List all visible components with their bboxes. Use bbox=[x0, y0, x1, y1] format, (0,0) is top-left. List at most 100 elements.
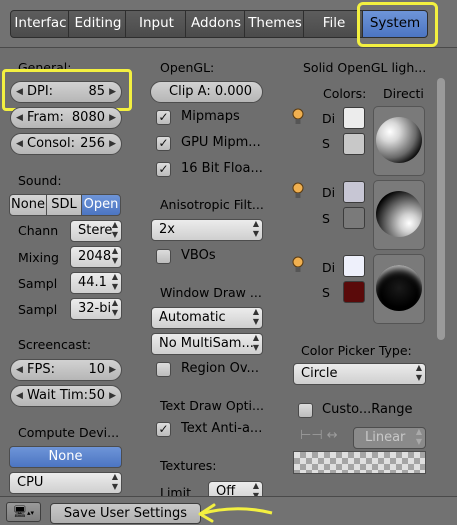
multisample-value: No MultiSam... bbox=[159, 336, 254, 351]
sound-none-button[interactable]: None bbox=[9, 194, 47, 216]
fps-field[interactable]: ◀ FPS: 10 ▶ bbox=[10, 359, 122, 381]
custom-range-checkbox[interactable] bbox=[298, 403, 313, 418]
region-overlap-label: Region Ov... bbox=[181, 361, 259, 376]
compute-device-value: CPU bbox=[17, 475, 44, 490]
sound-heading: Sound: bbox=[18, 173, 62, 188]
light-bulb-icon[interactable] bbox=[292, 108, 304, 126]
sound-openal-button[interactable]: Open bbox=[81, 194, 121, 216]
preferences-icon: 🖥 bbox=[13, 505, 27, 518]
light3-diffuse-label: Di bbox=[322, 260, 336, 275]
tab-editing[interactable]: Editing bbox=[68, 10, 128, 38]
range-arrows-icon: ⊢⊣ ↔ bbox=[300, 428, 338, 443]
screencast-heading: Screencast: bbox=[18, 337, 92, 352]
channels-dropdown[interactable]: Stere ▲ ▼ bbox=[70, 220, 122, 242]
console-field[interactable]: ◀ Consol: 256 ▶ bbox=[10, 133, 122, 155]
light3-specular-swatch[interactable] bbox=[343, 281, 365, 303]
updown-arrows-icon: ▲▼ bbox=[415, 363, 422, 382]
compute-device-heading: Compute Devi... bbox=[18, 425, 120, 440]
tab-themes[interactable]: Themes bbox=[244, 10, 306, 38]
updown-arrows-icon: ▲▼ bbox=[111, 472, 118, 491]
float-textures-label: 16 Bit Floa... bbox=[181, 161, 263, 176]
light3-direction-widget[interactable] bbox=[373, 254, 425, 324]
updown-arrows-icon: ▲▼ bbox=[111, 298, 118, 317]
window-draw-heading: Window Draw ... bbox=[160, 285, 262, 300]
light2-diffuse-swatch[interactable] bbox=[343, 181, 365, 203]
float-textures-checkbox[interactable]: ✓ bbox=[156, 162, 171, 177]
editor-type-menu[interactable]: 🖥▴▾ bbox=[6, 502, 41, 522]
light1-specular-swatch[interactable] bbox=[343, 133, 365, 155]
light2-direction-widget[interactable] bbox=[373, 180, 425, 250]
fps-label: FPS: bbox=[27, 362, 55, 377]
light3-diffuse-swatch[interactable] bbox=[343, 255, 365, 277]
light-bulb-icon[interactable] bbox=[292, 182, 304, 200]
light2-direction-sphere[interactable] bbox=[376, 191, 422, 237]
channels-value: Stere bbox=[78, 223, 113, 238]
clip-alpha-field[interactable]: Clip A: 0.000 bbox=[150, 81, 263, 103]
samplerate-label: Sampl bbox=[18, 276, 58, 291]
decrement-arrow-icon[interactable]: ◀ bbox=[16, 108, 23, 128]
increment-arrow-icon[interactable]: ▶ bbox=[109, 360, 116, 380]
anisotropic-dropdown[interactable]: 2x ▲ ▼ bbox=[151, 219, 263, 241]
color-picker-heading: Color Picker Type: bbox=[301, 343, 412, 358]
increment-arrow-icon[interactable]: ▶ bbox=[109, 386, 116, 406]
highlight-dpi bbox=[2, 69, 132, 111]
colors-label: Colors: bbox=[323, 86, 367, 101]
tab-addons[interactable]: Addons bbox=[185, 10, 247, 38]
mipmaps-label: Mipmaps bbox=[181, 109, 240, 124]
light-bulb-icon[interactable] bbox=[292, 256, 304, 274]
light1-specular-label: S bbox=[322, 136, 330, 151]
frames-field[interactable]: ◀ Fram: 8080 ▶ bbox=[10, 107, 122, 129]
window-draw-dropdown[interactable]: Automatic ▲ ▼ bbox=[151, 307, 263, 329]
samplerate-value: 44.1 bbox=[78, 275, 107, 290]
scrollbar[interactable] bbox=[437, 78, 445, 340]
light1-direction-sphere[interactable] bbox=[376, 117, 422, 163]
vbos-label: VBOs bbox=[181, 248, 216, 263]
textures-heading: Textures: bbox=[160, 458, 217, 473]
updown-arrows-icon: ▲▼ bbox=[111, 246, 118, 265]
wait-time-label: Wait Tim: bbox=[27, 388, 89, 403]
direction-label: Directi bbox=[383, 86, 424, 101]
interpolation-dropdown[interactable]: Linear ▲ ▼ bbox=[353, 427, 426, 449]
region-overlap-checkbox[interactable] bbox=[156, 362, 171, 377]
multisample-dropdown[interactable]: No MultiSam... ▲ ▼ bbox=[151, 333, 263, 355]
solid-lights-heading: Solid OpenGL ligh... bbox=[303, 60, 427, 75]
increment-arrow-icon[interactable]: ▶ bbox=[109, 108, 116, 128]
text-antialias-checkbox[interactable]: ✓ bbox=[156, 422, 171, 437]
vbos-checkbox[interactable] bbox=[156, 249, 171, 264]
text-antialias-label: Text Anti-a... bbox=[181, 421, 263, 436]
light1-diffuse-swatch[interactable] bbox=[343, 107, 365, 129]
decrement-arrow-icon[interactable]: ◀ bbox=[16, 386, 23, 406]
sound-sdl-button[interactable]: SDL bbox=[46, 194, 82, 216]
tab-interface[interactable]: Interfac bbox=[10, 10, 71, 38]
decrement-arrow-icon[interactable]: ◀ bbox=[16, 134, 23, 154]
mixing-dropdown[interactable]: 2048 ▲ ▼ bbox=[70, 246, 122, 268]
channels-label: Chann bbox=[18, 223, 59, 238]
sampleformat-label: Sampl bbox=[18, 302, 58, 317]
wait-time-value: 50 bbox=[88, 388, 105, 403]
save-user-settings-button[interactable]: Save User Settings bbox=[50, 503, 201, 524]
updown-arrows-icon: ▲▼ bbox=[252, 219, 259, 238]
decrement-arrow-icon[interactable]: ◀ bbox=[16, 360, 23, 380]
light2-diffuse-label: Di bbox=[322, 185, 336, 200]
tab-file[interactable]: File bbox=[303, 10, 365, 38]
compute-device-dropdown[interactable]: CPU ▲ ▼ bbox=[9, 472, 122, 494]
mipmaps-checkbox[interactable]: ✓ bbox=[156, 110, 171, 125]
updown-arrows-icon: ▲▼ bbox=[111, 272, 118, 291]
mixing-value: 2048 bbox=[78, 249, 112, 264]
updown-arrows-icon: ▲▼ bbox=[111, 220, 118, 239]
sampleformat-dropdown[interactable]: 32-bi ▲ ▼ bbox=[70, 298, 122, 320]
tab-input[interactable]: Input bbox=[125, 10, 188, 38]
light3-direction-sphere[interactable] bbox=[376, 265, 422, 311]
samplerate-dropdown[interactable]: 44.1 ▲ ▼ bbox=[70, 272, 122, 294]
light1-direction-widget[interactable] bbox=[373, 106, 425, 176]
window-draw-value: Automatic bbox=[159, 310, 226, 325]
increment-arrow-icon[interactable]: ▶ bbox=[109, 134, 116, 154]
frames-value: 8080 bbox=[71, 110, 105, 125]
color-picker-dropdown[interactable]: Circle ▲ ▼ bbox=[293, 363, 426, 385]
wait-time-field[interactable]: ◀ Wait Tim: 50 ▶ bbox=[10, 385, 122, 407]
light2-specular-swatch[interactable] bbox=[343, 207, 365, 229]
gpu-mipmap-checkbox[interactable]: ✓ bbox=[156, 136, 171, 151]
compute-none-button[interactable]: None bbox=[9, 446, 122, 468]
gpu-mipmap-label: GPU Mipm... bbox=[181, 135, 261, 150]
color-ramp-preview[interactable] bbox=[293, 451, 426, 474]
